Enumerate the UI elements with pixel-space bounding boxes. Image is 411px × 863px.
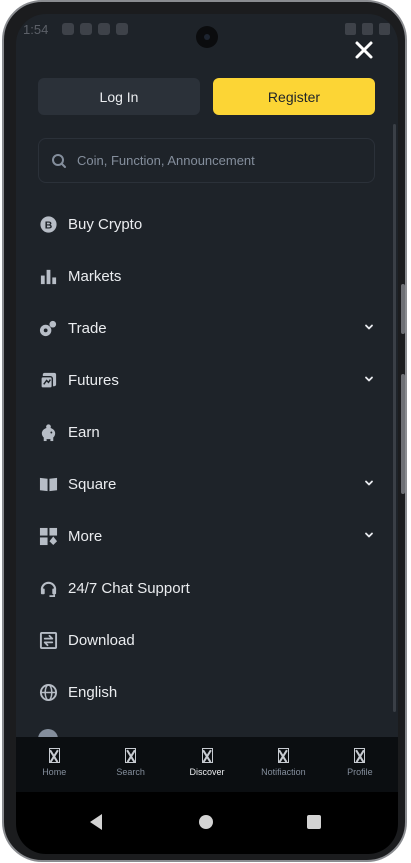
menu-item-label: Earn	[68, 423, 100, 441]
tab-notification[interactable]: Notifiaction	[245, 737, 321, 792]
missing-glyph-icon	[354, 748, 366, 763]
back-icon[interactable]	[88, 813, 104, 831]
chevron-down-icon	[365, 376, 373, 382]
tab-label: Discover	[189, 767, 225, 777]
tab-discover[interactable]: Discover	[169, 737, 245, 792]
app-screen: 1:54 Log In Register Coin, Function, Ann…	[16, 14, 398, 854]
close-button[interactable]	[352, 38, 376, 62]
search-icon	[52, 153, 66, 168]
tab-label: Notifiaction	[261, 767, 306, 777]
grid-icon	[39, 527, 57, 545]
headset-icon	[40, 581, 56, 597]
missing-glyph-icon	[125, 748, 137, 763]
menu-item-label: English	[68, 683, 118, 701]
menu-item-earn[interactable]: Earn	[38, 406, 375, 458]
system-nav-bar	[16, 792, 398, 854]
side-menu: B Buy Crypto Markets Trade Futures Earn …	[38, 198, 375, 718]
tab-home[interactable]: Home	[16, 737, 92, 792]
settings-status-icon	[62, 23, 74, 35]
tab-profile[interactable]: Profile	[322, 737, 398, 792]
menu-item-square[interactable]: Square	[38, 458, 375, 510]
status-time: 1:54	[23, 22, 49, 37]
bitcoin-icon: B	[39, 215, 57, 233]
trade-icon	[39, 320, 56, 336]
menu-item-download[interactable]: Download	[38, 614, 375, 666]
mute-icon	[345, 23, 356, 35]
menu-item-label: Square	[68, 475, 117, 493]
download-icon	[39, 631, 57, 649]
register-button[interactable]: Register	[213, 78, 375, 115]
bottom-tab-bar: Home Search Discover Notifiaction Profil…	[16, 737, 398, 792]
front-camera	[196, 26, 218, 48]
chevron-down-icon	[365, 532, 373, 538]
power-button	[401, 374, 405, 494]
menu-item-label: Markets	[68, 267, 122, 285]
menu-item-more[interactable]: More	[38, 510, 375, 562]
tab-label: Profile	[347, 767, 373, 777]
missing-glyph-icon	[201, 748, 213, 763]
missing-glyph-icon	[48, 748, 60, 763]
search-placeholder: Coin, Function, Announcement	[77, 153, 255, 168]
menu-item-markets[interactable]: Markets	[38, 250, 375, 302]
app-status-icon	[80, 23, 92, 35]
battery-icon	[379, 23, 390, 35]
system-icons	[345, 23, 390, 35]
close-icon	[355, 41, 373, 59]
app-status-icon	[98, 23, 110, 35]
recents-button[interactable]	[307, 815, 321, 829]
chevron-down-icon	[365, 480, 373, 486]
wifi-icon	[362, 23, 373, 35]
piggy-bank-icon	[41, 423, 55, 441]
tab-label: Home	[42, 767, 67, 777]
menu-item-label: Trade	[68, 319, 107, 337]
phone-frame: 1:54 Log In Register Coin, Function, Ann…	[2, 0, 407, 862]
menu-item-language[interactable]: English	[38, 666, 375, 718]
menu-item-chat-support[interactable]: 24/7 Chat Support	[38, 562, 375, 614]
chevron-down-icon	[365, 324, 373, 330]
menu-item-buy-crypto[interactable]: B Buy Crypto	[38, 198, 375, 250]
globe-icon	[39, 683, 57, 701]
volume-button	[401, 284, 405, 334]
tab-label: Search	[116, 767, 145, 777]
menu-item-futures[interactable]: Futures	[38, 354, 375, 406]
menu-scrollbar[interactable]	[393, 124, 396, 712]
menu-item-label: Futures	[68, 371, 119, 389]
missing-glyph-icon	[277, 748, 289, 763]
book-icon	[39, 477, 57, 491]
menu-item-trade[interactable]: Trade	[38, 302, 375, 354]
menu-item-label: Download	[68, 631, 135, 649]
tab-search[interactable]: Search	[92, 737, 168, 792]
menu-item-label: Buy Crypto	[68, 215, 143, 233]
svg-text:B: B	[44, 220, 52, 231]
auth-buttons: Log In Register	[38, 78, 375, 115]
search-input[interactable]: Coin, Function, Announcement	[38, 138, 375, 183]
futures-icon	[39, 372, 56, 389]
notification-icons	[62, 23, 128, 35]
menu-item-label: 24/7 Chat Support	[68, 579, 190, 597]
bar-chart-icon	[40, 269, 56, 284]
login-button[interactable]: Log In	[38, 78, 200, 115]
youtube-status-icon	[116, 23, 128, 35]
home-button[interactable]	[199, 815, 213, 829]
menu-item-label: More	[68, 527, 103, 545]
